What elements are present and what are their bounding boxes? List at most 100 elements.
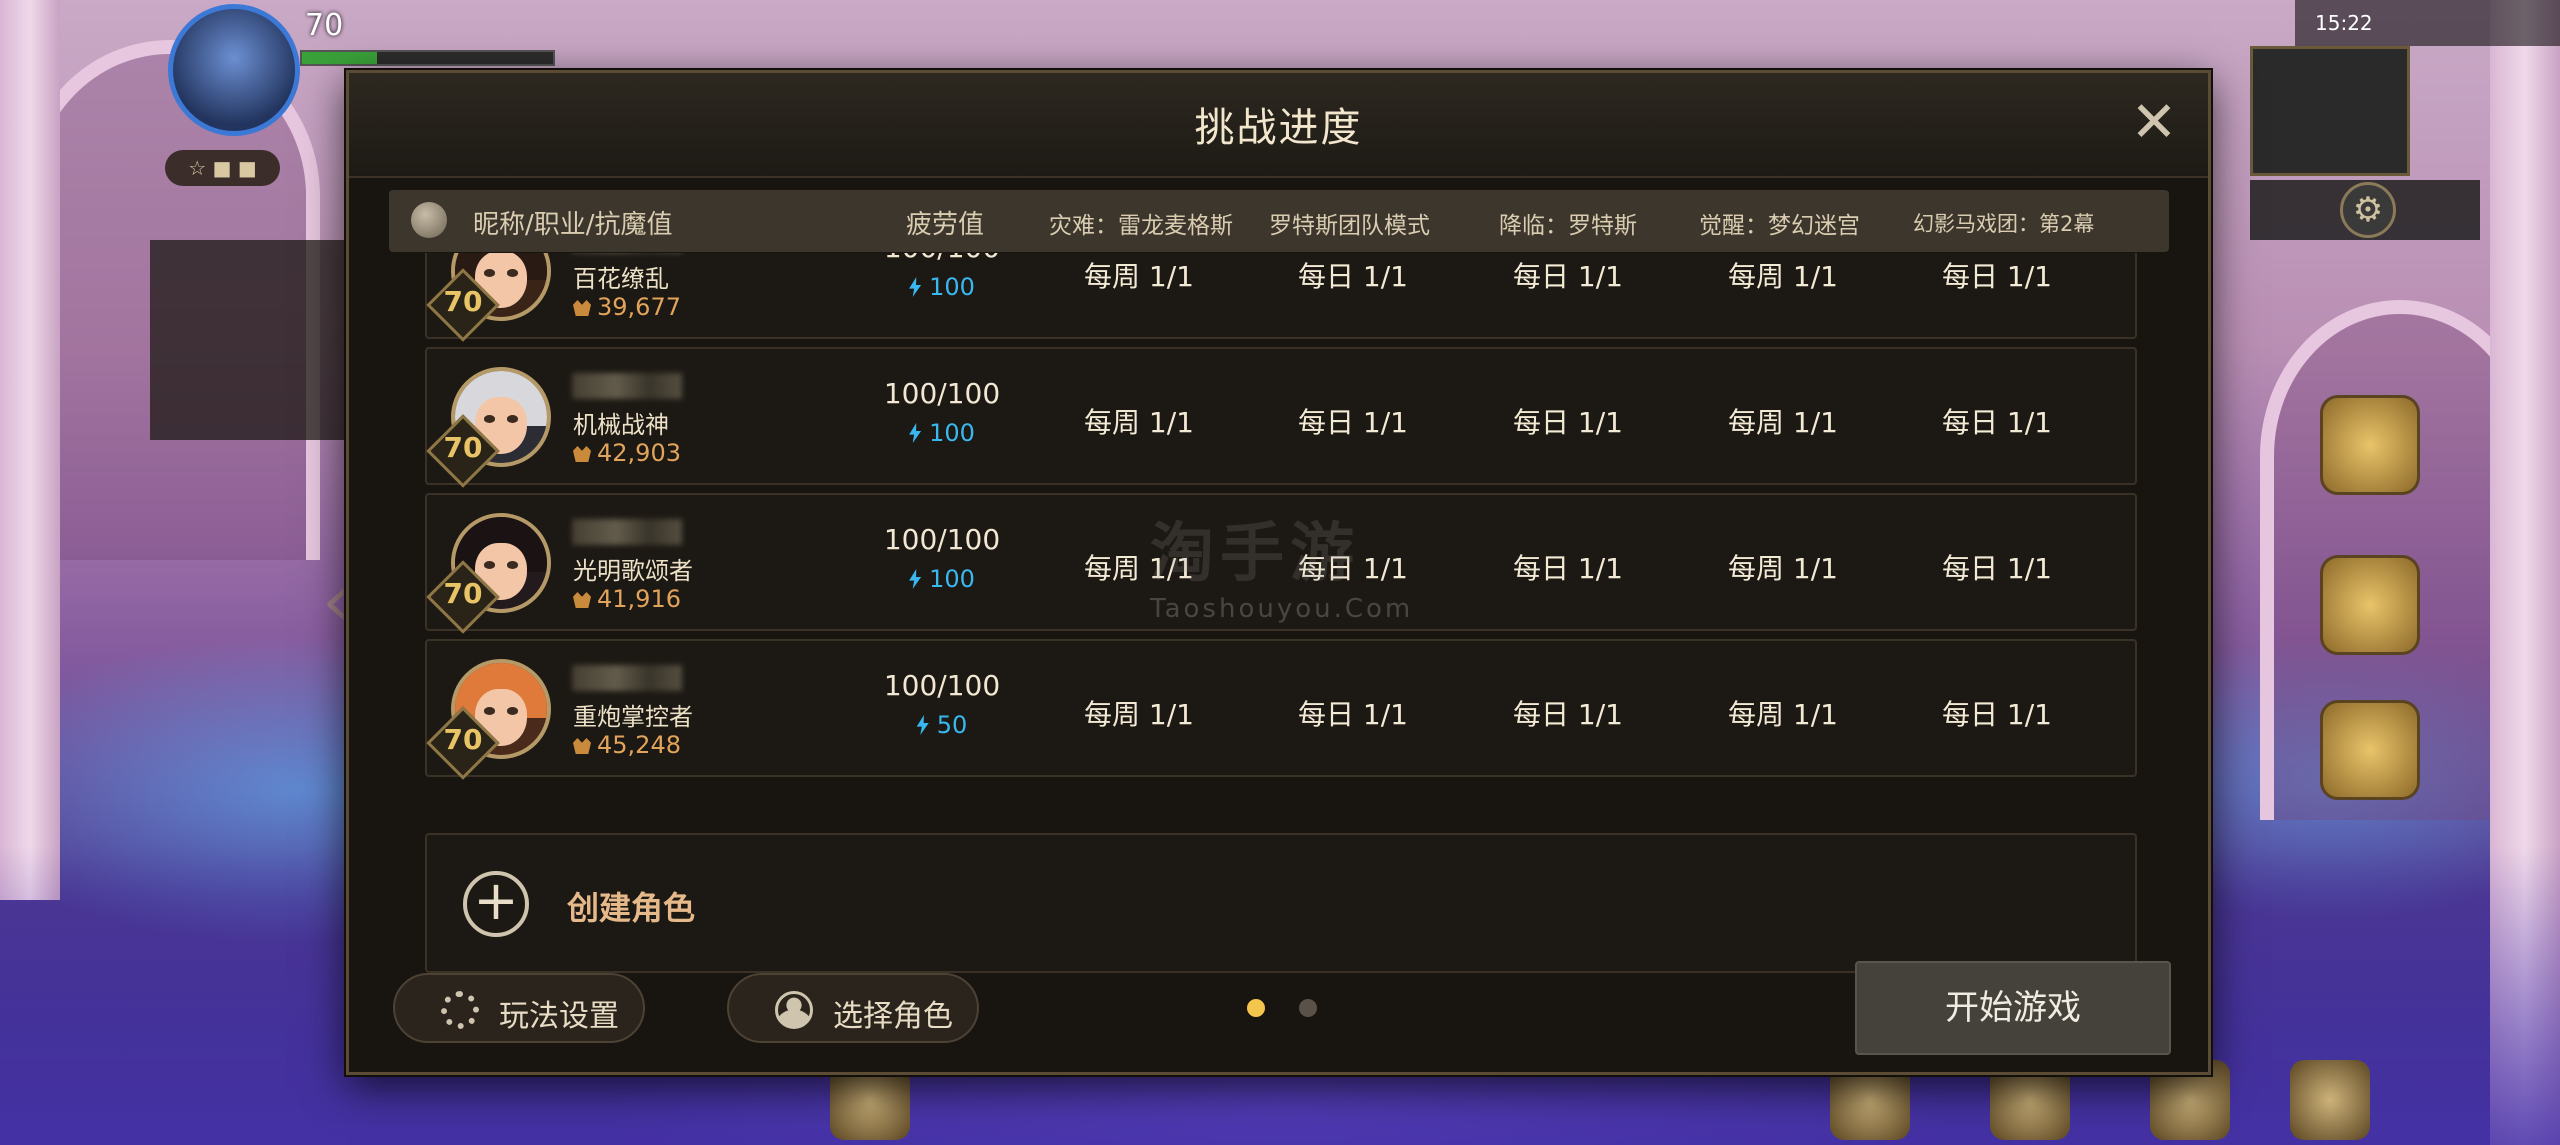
side-menu-icon[interactable]	[2320, 555, 2420, 655]
player-level: 70	[305, 8, 344, 43]
progress-cell: 每日 1/1	[1942, 698, 2052, 731]
fatigue-value: 100/100	[867, 253, 1017, 264]
fatigue-value: 100/100	[883, 669, 1001, 702]
blurred-nickname	[572, 519, 682, 545]
play-settings-label: 玩法设置	[499, 999, 619, 1034]
progress-cell: 每日 1/1	[1298, 260, 1408, 293]
device-status-bar: 15:22	[2295, 0, 2560, 46]
character-level: 70	[443, 431, 483, 464]
plus-icon: +	[463, 871, 529, 937]
power-value: 45,248	[597, 731, 681, 759]
character-row[interactable]: 70 机械战神 42,903 100/100 100 每周 1/1 每日 1/1…	[425, 347, 2137, 488]
character-level: 70	[443, 577, 483, 610]
select-character-button[interactable]: 选择角色	[727, 973, 979, 1043]
watermark-en: Taoshouyou.Com	[1150, 594, 1414, 624]
progress-cell: 每日 1/1	[1942, 260, 2052, 293]
hud-chip[interactable]: ☆ ■ ■	[165, 150, 280, 186]
energy-value: 100	[867, 565, 1017, 593]
play-settings-button[interactable]: 玩法设置	[393, 973, 645, 1043]
status-time: 15:22	[2315, 11, 2373, 35]
character-level: 70	[443, 723, 483, 756]
column-lotus: 罗特斯团队模式	[1269, 213, 1430, 239]
select-character-label: 选择角色	[833, 999, 953, 1034]
crown-icon	[573, 592, 591, 608]
column-nickname: 昵称/职业/抗魔值	[473, 210, 673, 240]
progress-cell: 每周 1/1	[1728, 698, 1838, 731]
column-awaken: 觉醒：梦幻迷宫	[1699, 213, 1860, 239]
character-list[interactable]: 70 百花缭乱 39,677 100/100 100 每周 1/1 每日 1/1…	[425, 253, 2137, 1009]
gear-icon	[441, 991, 479, 1029]
character-icon	[775, 991, 813, 1029]
side-menu-icon[interactable]	[2320, 700, 2420, 800]
close-icon[interactable]: ✕	[2126, 95, 2182, 153]
energy-number: 100	[929, 419, 975, 447]
lightning-icon	[909, 423, 922, 443]
character-head-icon	[411, 202, 447, 238]
page-dot[interactable]	[1299, 999, 1317, 1017]
blurred-nickname	[572, 665, 682, 691]
progress-cell: 每日 1/1	[1942, 406, 2052, 439]
power-value: 41,916	[597, 585, 681, 613]
progress-cell: 每日 1/1	[1298, 698, 1408, 731]
page-dot-active[interactable]	[1247, 999, 1265, 1017]
progress-cell: 每周 1/1	[1728, 406, 1838, 439]
progress-cell: 每日 1/1	[1513, 698, 1623, 731]
dialog-header: 挑战进度 ✕	[349, 73, 2208, 178]
energy-number: 100	[929, 273, 975, 301]
character-class: 光明歌颂者	[573, 557, 693, 585]
progress-cell: 每日 1/1	[1513, 406, 1623, 439]
lightning-icon	[916, 715, 929, 735]
character-class: 重炮掌控者	[573, 703, 693, 731]
character-class: 机械战神	[573, 411, 669, 439]
power-value: 39,677	[597, 293, 681, 321]
fatigue-value: 100/100	[883, 377, 1001, 410]
dialog-title: 挑战进度	[1194, 105, 1363, 151]
column-phantom: 幻影马戏团：第2幕	[1913, 212, 2095, 236]
progress-cell: 每周 1/1	[1084, 260, 1194, 293]
progress-cell: 每周 1/1	[1084, 406, 1194, 439]
anti-magic-value: 39,677	[573, 293, 681, 321]
column-descent: 降临：罗特斯	[1499, 213, 1637, 239]
anti-magic-value: 41,916	[573, 585, 681, 613]
lightning-icon	[909, 277, 922, 297]
column-header-bar: 昵称/职业/抗魔值 疲劳值 灾难：雷龙麦格斯 罗特斯团队模式 降临：罗特斯 觉醒…	[389, 190, 2169, 252]
progress-cell: 每周 1/1	[1728, 260, 1838, 293]
progress-cell: 每周 1/1	[1728, 552, 1838, 585]
progress-cell: 每日 1/1	[1298, 406, 1408, 439]
column-disaster: 灾难：雷龙麦格斯	[1049, 213, 1233, 239]
settings-gear-icon[interactable]: ⚙	[2340, 182, 2396, 238]
player-avatar[interactable]	[168, 4, 300, 136]
create-character-label: 创建角色	[567, 889, 696, 927]
crown-icon	[573, 738, 591, 754]
watermark-cn: 淘手游	[1150, 517, 1360, 591]
blurred-nickname	[572, 373, 682, 399]
bottom-menu-icon[interactable]	[2290, 1060, 2370, 1140]
progress-cell: 每日 1/1	[1513, 260, 1623, 293]
power-value: 42,903	[597, 439, 681, 467]
progress-cell: 每周 1/1	[1084, 698, 1194, 731]
energy-value: 100	[867, 419, 1017, 447]
progress-cell: 每日 1/1	[1942, 552, 2052, 585]
character-level: 70	[443, 285, 483, 318]
chat-panel[interactable]	[150, 240, 360, 440]
column-fatigue: 疲劳值	[906, 210, 985, 240]
player-exp-bar	[300, 50, 555, 66]
progress-cell: 每日 1/1	[1513, 552, 1623, 585]
fatigue-value: 100/100	[883, 523, 1001, 556]
character-class: 百花缭乱	[573, 265, 669, 293]
anti-magic-value: 45,248	[573, 731, 681, 759]
character-row[interactable]: 70 百花缭乱 39,677 100/100 100 每周 1/1 每日 1/1…	[425, 253, 2137, 342]
lightning-icon	[909, 569, 922, 589]
create-character-button[interactable]: + 创建角色	[425, 833, 2137, 973]
minimap[interactable]	[2250, 46, 2410, 176]
energy-value: 100	[867, 273, 1017, 301]
crown-icon	[573, 300, 591, 316]
energy-value: 50	[867, 711, 1017, 739]
energy-number: 50	[936, 711, 968, 739]
character-row[interactable]: 70 重炮掌控者 45,248 100/100 50 每周 1/1 每日 1/1…	[425, 639, 2137, 780]
side-menu-icon[interactable]	[2320, 395, 2420, 495]
start-game-button[interactable]: 开始游戏	[1855, 961, 2171, 1055]
energy-number: 100	[929, 565, 975, 593]
anti-magic-value: 42,903	[573, 439, 681, 467]
crown-icon	[573, 446, 591, 462]
